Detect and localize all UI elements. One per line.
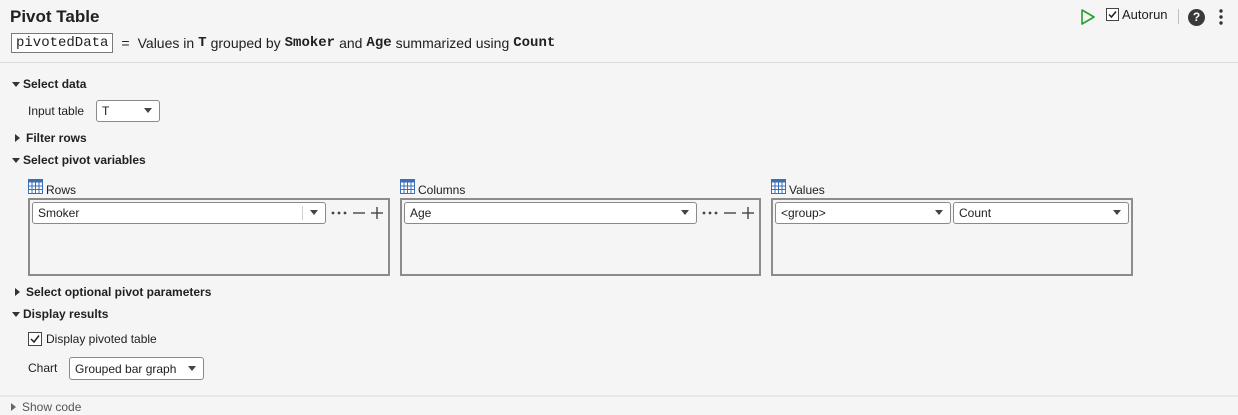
summary-text: summarized using — [395, 35, 510, 51]
input-table-value: T — [102, 104, 110, 118]
chart-dropdown[interactable]: Grouped bar graph — [69, 357, 204, 380]
minus-icon[interactable] — [352, 206, 366, 220]
chevron-down-icon — [310, 210, 318, 215]
autorun-toggle[interactable]: Autorun — [1106, 7, 1168, 22]
autorun-checkbox[interactable] — [1106, 8, 1119, 21]
equals-sign: = — [121, 35, 130, 51]
caret-down-icon — [12, 81, 20, 87]
summary-text: and — [339, 35, 363, 51]
summary-cols-var: Age — [366, 35, 392, 51]
output-variable-field[interactable]: pivotedData — [11, 33, 114, 53]
section-label: Select pivot variables — [23, 153, 146, 167]
table-grid-icon — [771, 179, 786, 194]
section-display-results[interactable]: Display results — [12, 307, 108, 321]
caret-right-icon — [15, 134, 20, 142]
columns-dropdown[interactable]: Age — [404, 202, 697, 224]
plus-icon[interactable] — [741, 206, 755, 220]
caret-right-icon — [11, 403, 16, 411]
help-icon[interactable]: ? — [1188, 9, 1205, 26]
values-label: Values — [789, 183, 825, 197]
chevron-down-icon — [935, 210, 943, 215]
summary-table: T — [198, 35, 207, 51]
rows-dropdown[interactable]: Smoker — [32, 202, 326, 224]
kebab-icon[interactable] — [1214, 8, 1228, 26]
values-method-dropdown[interactable]: Count — [953, 202, 1129, 224]
ellipsis-icon[interactable] — [701, 206, 719, 220]
summary-text: grouped by — [210, 35, 281, 51]
rows-value: Smoker — [38, 206, 80, 220]
values-group-value: <group> — [781, 206, 826, 220]
chevron-down-icon — [144, 108, 152, 113]
values-method-value: Count — [959, 206, 992, 220]
caret-down-icon — [12, 311, 20, 317]
plus-icon[interactable] — [370, 206, 384, 220]
section-label: Select optional pivot parameters — [26, 285, 212, 299]
toolbar-separator — [1178, 9, 1179, 24]
chart-value: Grouped bar graph — [75, 361, 177, 376]
chevron-down-icon — [1113, 210, 1121, 215]
show-code-label: Show code — [22, 400, 82, 414]
autorun-label: Autorun — [1122, 7, 1168, 22]
columns-value: Age — [410, 206, 432, 220]
header-divider — [0, 62, 1238, 63]
caret-down-icon — [12, 157, 20, 163]
page-title: Pivot Table — [10, 7, 100, 26]
display-table-toggle[interactable]: Display pivoted table — [28, 332, 157, 346]
display-table-checkbox[interactable] — [28, 332, 42, 346]
chevron-down-icon — [681, 210, 689, 215]
section-label: Select data — [23, 77, 87, 91]
chevron-down-icon — [188, 366, 196, 371]
section-label: Filter rows — [26, 131, 87, 145]
input-table-dropdown[interactable]: T — [96, 100, 160, 122]
show-code-toggle[interactable]: Show code — [11, 400, 81, 414]
section-label: Display results — [23, 307, 109, 321]
section-optional-pivot-parameters[interactable]: Select optional pivot parameters — [12, 285, 211, 299]
values-group-dropdown[interactable]: <group> — [775, 202, 951, 224]
section-select-pivot-variables[interactable]: Select pivot variables — [12, 153, 146, 167]
table-grid-icon — [28, 179, 43, 194]
ellipsis-icon[interactable] — [330, 206, 348, 220]
dropdown-separator — [302, 206, 303, 220]
summary-line: pivotedData = Values in T grouped by Smo… — [11, 33, 559, 53]
summary-text: Values in — [137, 35, 195, 51]
summary-method: Count — [513, 35, 556, 51]
minus-icon[interactable] — [723, 206, 737, 220]
section-filter-rows[interactable]: Filter rows — [12, 131, 87, 145]
summary-rows-var: Smoker — [284, 35, 336, 51]
run-icon[interactable] — [1080, 9, 1096, 25]
footer-bar — [0, 395, 1238, 415]
columns-label: Columns — [418, 183, 466, 197]
display-table-label: Display pivoted table — [46, 332, 157, 346]
table-grid-icon — [400, 179, 415, 194]
section-select-data[interactable]: Select data — [12, 77, 86, 91]
input-table-label: Input table — [28, 104, 85, 118]
rows-label: Rows — [46, 183, 77, 197]
caret-right-icon — [15, 288, 20, 296]
chart-label: Chart — [28, 361, 58, 375]
